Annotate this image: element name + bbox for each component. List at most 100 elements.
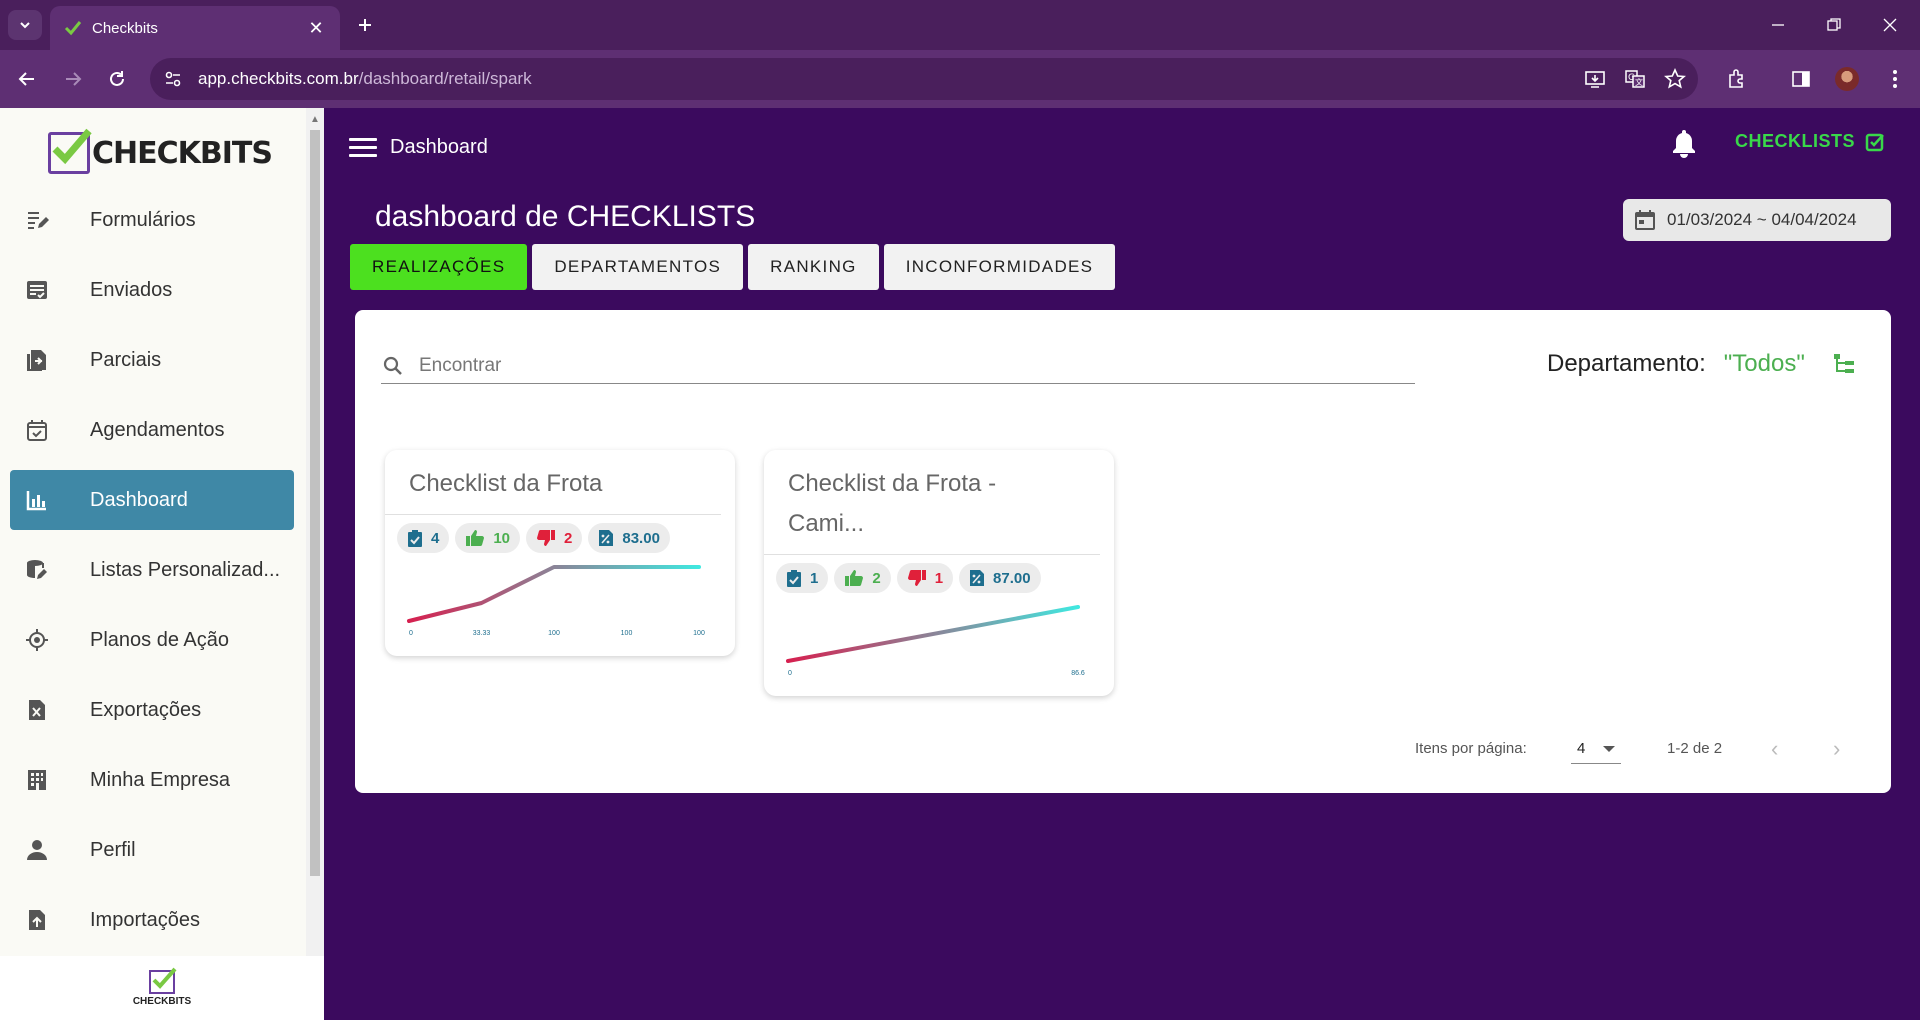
notifications-bell-icon[interactable] bbox=[1670, 128, 1700, 162]
logo-text: CHECKBITS bbox=[92, 135, 273, 171]
url-text: app.checkbits.com.br/dashboard/retail/sp… bbox=[198, 69, 532, 89]
tick-label: 0 bbox=[788, 670, 792, 677]
tab-ranking[interactable]: RANKING bbox=[748, 244, 879, 290]
checklists-link-label: CHECKLISTS bbox=[1735, 131, 1856, 151]
tab-inconformidades[interactable]: INCONFORMIDADES bbox=[883, 244, 1116, 290]
crosshair-icon bbox=[24, 627, 50, 653]
url-host: app.checkbits.com.br bbox=[198, 69, 359, 88]
sidebar: CHECKBITS Formulários Enviados Parciais … bbox=[0, 108, 324, 1020]
checkbits-favicon-icon bbox=[64, 21, 82, 36]
close-window-button[interactable] bbox=[1862, 0, 1918, 50]
partial-docs-icon bbox=[24, 347, 50, 373]
profile-button[interactable] bbox=[1832, 64, 1862, 94]
tick-label: 100 bbox=[548, 630, 560, 637]
card-title: Checklist da Frota bbox=[385, 450, 721, 515]
scrollbar-thumb[interactable] bbox=[310, 130, 320, 876]
sidebar-item-enviados[interactable]: Enviados bbox=[10, 260, 294, 320]
search-input[interactable]: Encontrar bbox=[381, 348, 1415, 384]
sidebar-item-exportacoes[interactable]: Exportações bbox=[10, 680, 294, 740]
sidebar-item-perfil[interactable]: Perfil bbox=[10, 820, 294, 880]
sidebar-item-dashboard[interactable]: Dashboard bbox=[10, 470, 294, 530]
completed-count: 4 bbox=[431, 529, 440, 547]
approved-count: 2 bbox=[872, 569, 881, 587]
tab-search-button[interactable] bbox=[8, 10, 42, 40]
percent-chip: 83.00 bbox=[588, 523, 670, 553]
clipboard-check-icon bbox=[787, 570, 801, 587]
bar-chart-icon bbox=[24, 487, 50, 513]
minimize-icon bbox=[1772, 24, 1784, 26]
excel-export-icon bbox=[24, 697, 50, 723]
close-icon bbox=[1883, 18, 1897, 32]
header-title: Dashboard bbox=[390, 136, 488, 158]
checklist-card[interactable]: Checklist da Frota - Cami... 1 2 1 87.00 bbox=[764, 450, 1114, 696]
address-bar[interactable]: app.checkbits.com.br/dashboard/retail/sp… bbox=[150, 58, 1698, 100]
footer-logo-text: CHECKBITS bbox=[132, 995, 192, 1007]
forward-button[interactable] bbox=[58, 64, 88, 94]
sparkline-series bbox=[786, 605, 1080, 663]
sidebar-item-label: Formulários bbox=[90, 208, 196, 231]
more-vert-icon bbox=[1893, 70, 1897, 88]
minimize-button[interactable] bbox=[1750, 0, 1806, 50]
tab-realizacoes[interactable]: REALIZAÇÕES bbox=[350, 244, 528, 290]
browser-menu-button[interactable] bbox=[1880, 64, 1910, 94]
site-settings-icon[interactable] bbox=[164, 70, 182, 88]
sidebar-item-listas[interactable]: Listas Personalizad... bbox=[10, 540, 294, 600]
checkbits-logo[interactable]: CHECKBITS bbox=[48, 128, 273, 174]
logo-check-icon bbox=[149, 967, 177, 994]
browser-tab-bar: Checkbits ✕ bbox=[0, 0, 1920, 50]
calendar-check-icon bbox=[24, 417, 50, 443]
back-button[interactable] bbox=[12, 64, 42, 94]
department-value[interactable]: "Todos" bbox=[1724, 350, 1805, 378]
thumbs-down-icon bbox=[537, 530, 556, 546]
menu-toggle-icon[interactable] bbox=[349, 138, 377, 162]
page-size-select[interactable]: 4 bbox=[1571, 734, 1621, 764]
sidebar-item-label: Parciais bbox=[90, 348, 162, 371]
previous-page-icon[interactable]: ‹ bbox=[1771, 736, 1778, 762]
sidebar-scrollbar[interactable]: ▲ bbox=[306, 108, 324, 958]
browser-toolbar: app.checkbits.com.br/dashboard/retail/sp… bbox=[0, 50, 1920, 108]
avatar bbox=[1835, 67, 1859, 91]
next-page-icon[interactable]: › bbox=[1833, 736, 1840, 762]
date-range-text: 01/03/2024 ~ 04/04/2024 bbox=[1667, 210, 1857, 229]
sidebar-item-minha-empresa[interactable]: Minha Empresa bbox=[10, 750, 294, 810]
sidebar-item-label: Importações bbox=[90, 908, 201, 931]
restore-icon bbox=[1827, 18, 1841, 31]
card-stats: 4 10 2 83.00 bbox=[385, 515, 735, 553]
card-title: Checklist da Frota - Cami... bbox=[764, 450, 1100, 555]
restore-button[interactable] bbox=[1806, 0, 1862, 50]
paginator: Itens por página: 4 1-2 de 2 ‹ › bbox=[355, 734, 1891, 764]
close-tab-icon[interactable]: ✕ bbox=[306, 18, 326, 39]
sidebar-footer-logo: CHECKBITS bbox=[0, 956, 324, 1020]
translate-icon[interactable]: G文 bbox=[1624, 68, 1646, 90]
checklists-link[interactable]: CHECKLISTS bbox=[1735, 131, 1885, 152]
date-range-picker[interactable]: 01/03/2024 ~ 04/04/2024 bbox=[1623, 199, 1891, 241]
sidebar-item-importacoes[interactable]: Importações bbox=[10, 890, 294, 950]
bookmark-star-icon[interactable] bbox=[1664, 68, 1686, 90]
rejected-count: 2 bbox=[564, 529, 573, 547]
completed-count: 1 bbox=[810, 569, 819, 587]
sidebar-item-label: Listas Personalizad... bbox=[90, 558, 281, 581]
card-stats: 1 2 1 87.00 bbox=[764, 555, 1114, 593]
puzzle-icon bbox=[1729, 69, 1743, 88]
sidebar-item-agendamentos[interactable]: Agendamentos bbox=[10, 400, 294, 460]
department-tree-icon[interactable] bbox=[1833, 353, 1855, 375]
tab-departamentos[interactable]: DEPARTAMENTOS bbox=[532, 244, 744, 290]
items-per-page-label: Itens por página: bbox=[1415, 740, 1527, 757]
side-panel-button[interactable] bbox=[1786, 64, 1816, 94]
sidebar-item-label: Agendamentos bbox=[90, 418, 225, 441]
new-tab-button[interactable] bbox=[350, 10, 380, 40]
extensions-button[interactable] bbox=[1722, 64, 1752, 94]
browser-tab[interactable]: Checkbits ✕ bbox=[50, 6, 340, 50]
reload-button[interactable] bbox=[102, 64, 132, 94]
percent-value: 83.00 bbox=[622, 529, 660, 547]
arrow-left-icon bbox=[18, 72, 34, 86]
install-app-icon[interactable] bbox=[1584, 68, 1606, 90]
sidebar-item-parciais[interactable]: Parciais bbox=[10, 330, 294, 390]
sparkline-chart: 0 86.6 bbox=[786, 605, 1085, 677]
sidebar-item-planos[interactable]: Planos de Ação bbox=[10, 610, 294, 670]
dashboard-tabs: REALIZAÇÕES DEPARTAMENTOS RANKING INCONF… bbox=[350, 244, 1116, 290]
scroll-up-icon[interactable]: ▲ bbox=[310, 114, 320, 125]
clipboard-check-icon bbox=[408, 530, 422, 547]
sidebar-item-formularios[interactable]: Formulários bbox=[10, 190, 294, 250]
checklist-card[interactable]: Checklist da Frota 4 10 2 83.00 0 33.33 … bbox=[385, 450, 735, 656]
